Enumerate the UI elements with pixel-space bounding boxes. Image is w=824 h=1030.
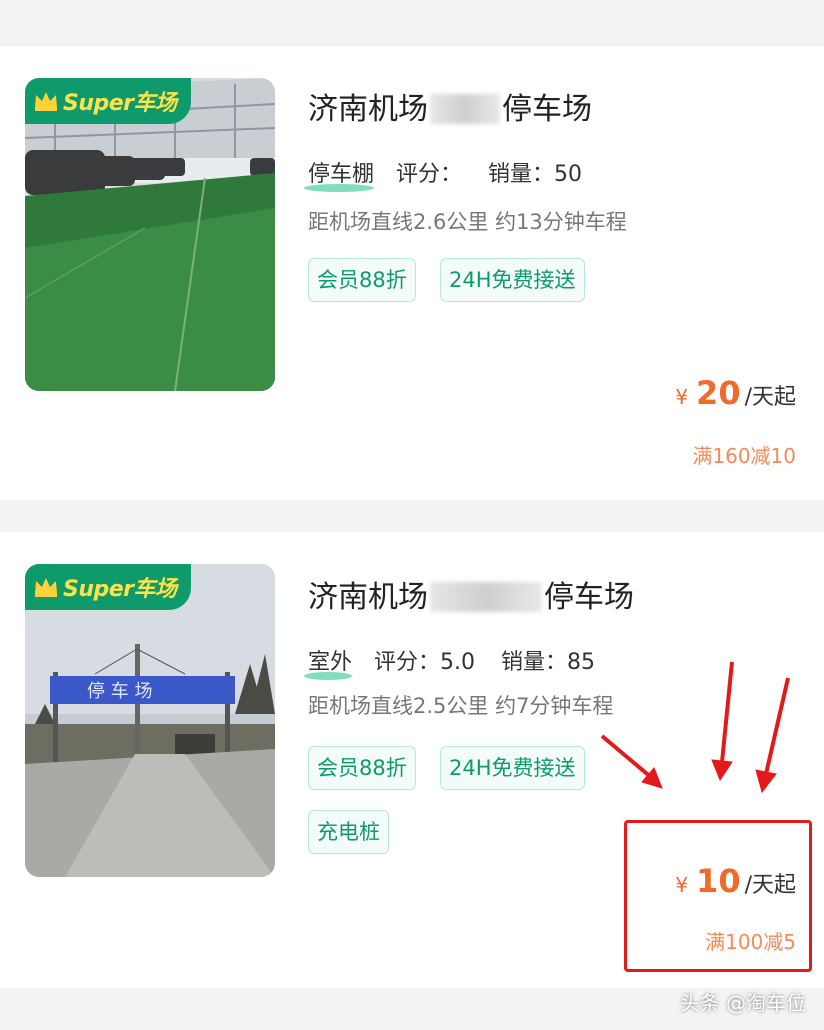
promo-text: 满160减10 xyxy=(692,444,796,468)
tag-member-discount: 会员88折 xyxy=(308,258,416,302)
gate-sign-text: 停 车 场 xyxy=(87,681,152,702)
tag-charging-pile: 充电桩 xyxy=(308,810,389,854)
sales-count: 销量：50 xyxy=(488,162,583,187)
listing-photo[interactable]: Super车场 xyxy=(25,78,275,391)
tag-member-discount: 会员88折 xyxy=(308,746,416,790)
crown-icon xyxy=(35,92,57,111)
rating: 评分： xyxy=(396,162,463,187)
badge-label: Super车场 xyxy=(63,91,177,116)
type-underline xyxy=(304,672,353,680)
type-underline xyxy=(304,184,375,192)
watermark: 头条 @淘车位 xyxy=(679,991,806,1015)
parking-type: 室外 xyxy=(304,644,353,680)
price: ¥20/天起 xyxy=(675,374,796,412)
listing-title[interactable]: 济南机场 停车场 xyxy=(308,572,634,616)
listing-photo[interactable]: 停 车 场 Super车场 xyxy=(25,564,275,877)
price-value: 20 xyxy=(696,374,741,412)
annotation-arrows xyxy=(600,661,790,794)
distance-info: 距机场直线2.5公里 约7分钟车程 xyxy=(308,694,614,718)
listing-card-1[interactable]: Super车场 济南机场 停车场 停车棚 评分： 销量：50 距机场直线2.6公里 约… xyxy=(0,46,824,500)
listing-title[interactable]: 济南机场 停车场 xyxy=(308,84,592,128)
parking-type: 停车棚 xyxy=(304,156,375,192)
currency-symbol: ¥ xyxy=(675,385,689,409)
sales-count: 销量：85 xyxy=(501,650,596,675)
title-prefix: 济南机场 xyxy=(308,92,428,127)
arrow-head-icon xyxy=(711,759,733,782)
greenhouse-parking-photo xyxy=(25,78,275,391)
tag-free-shuttle: 24H免费接送 xyxy=(440,746,585,790)
title-prefix: 济南机场 xyxy=(308,580,428,615)
distance-info: 距机场直线2.6公里 约13分钟车程 xyxy=(308,210,627,234)
price-highlight-box xyxy=(624,820,812,972)
super-parking-badge: Super车场 xyxy=(25,564,191,610)
listing-meta: 停车棚 评分： 销量：50 xyxy=(304,156,608,192)
rating: 评分：5.0 xyxy=(374,650,476,675)
outdoor-parking-photo: 停 车 场 xyxy=(25,564,275,877)
title-suffix: 停车场 xyxy=(502,92,592,127)
arrow-head-icon xyxy=(755,769,777,794)
tag-free-shuttle: 24H免费接送 xyxy=(440,258,585,302)
redacted-name xyxy=(430,582,542,612)
crown-icon xyxy=(35,578,57,597)
price-unit: /天起 xyxy=(744,385,796,410)
redacted-name xyxy=(430,94,500,124)
listing-meta: 室外 评分：5.0 销量：85 xyxy=(304,644,621,680)
title-suffix: 停车场 xyxy=(544,580,634,615)
super-parking-badge: Super车场 xyxy=(25,78,191,124)
badge-label: Super车场 xyxy=(63,577,177,602)
